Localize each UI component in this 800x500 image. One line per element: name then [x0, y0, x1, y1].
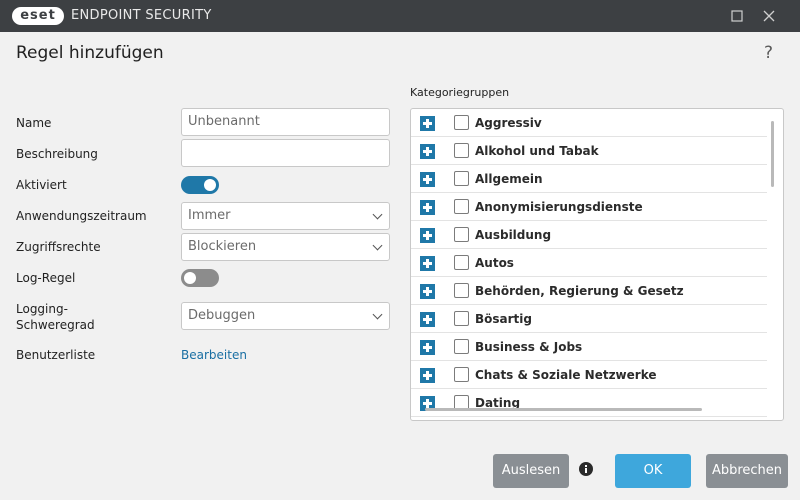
expand-icon[interactable] — [420, 284, 435, 299]
name-label: Name — [16, 116, 52, 130]
info-icon[interactable] — [578, 461, 594, 477]
category-label: Aggressiv — [475, 116, 542, 130]
category-row[interactable]: Autos — [411, 249, 767, 277]
category-checkbox[interactable] — [454, 255, 469, 270]
category-label: Anonymisierungsdienste — [475, 200, 643, 214]
ok-button[interactable]: OK — [615, 454, 691, 488]
eset-logo: eset — [12, 7, 64, 25]
category-checkbox[interactable] — [454, 227, 469, 242]
enabled-label: Aktiviert — [16, 178, 67, 192]
category-checkbox[interactable] — [454, 143, 469, 158]
access-select[interactable]: Blockieren — [181, 233, 390, 261]
category-label: Business & Jobs — [475, 340, 583, 354]
maximize-icon — [731, 10, 743, 22]
description-label: Beschreibung — [16, 147, 98, 161]
category-checkbox[interactable] — [454, 367, 469, 382]
category-label: Allgemein — [475, 172, 543, 186]
dialog-title: Regel hinzufügen — [16, 43, 164, 63]
vertical-scrollbar[interactable] — [771, 121, 774, 187]
timeframe-label: Anwendungszeitraum — [16, 209, 147, 223]
read-button[interactable]: Auslesen — [493, 454, 569, 488]
maximize-button[interactable] — [721, 0, 755, 32]
category-label: Autos — [475, 256, 514, 270]
expand-icon[interactable] — [420, 368, 435, 383]
expand-icon[interactable] — [420, 116, 435, 131]
close-button[interactable] — [752, 0, 786, 32]
info-icon-svg — [579, 462, 593, 476]
toggle-knob — [184, 272, 196, 284]
category-row[interactable]: Anonymisierungsdienste — [411, 193, 767, 221]
expand-icon[interactable] — [420, 228, 435, 243]
expand-icon[interactable] — [420, 172, 435, 187]
cancel-button[interactable]: Abbrechen — [706, 454, 788, 488]
close-icon — [763, 10, 775, 22]
app-title: ENDPOINT SECURITY — [71, 8, 212, 23]
expand-icon[interactable] — [420, 256, 435, 271]
logging-label-line2: Schweregrad — [16, 318, 95, 332]
category-label: Chats & Soziale Netzwerke — [475, 368, 657, 382]
logging-label-line1: Logging- — [16, 302, 68, 316]
timeframe-select[interactable]: Immer — [181, 202, 390, 230]
category-row[interactable]: Bösartig — [411, 305, 767, 333]
expand-icon[interactable] — [420, 144, 435, 159]
toggle-knob — [204, 179, 216, 191]
category-checkbox[interactable] — [454, 311, 469, 326]
name-field[interactable]: Unbenannt — [181, 108, 390, 136]
logging-severity-select[interactable]: Debuggen — [181, 302, 390, 330]
category-checkbox[interactable] — [454, 115, 469, 130]
horizontal-scrollbar[interactable] — [425, 408, 702, 411]
category-row[interactable]: Allgemein — [411, 165, 767, 193]
userlist-edit-link[interactable]: Bearbeiten — [181, 348, 247, 363]
category-row[interactable]: Ausbildung — [411, 221, 767, 249]
category-checkbox[interactable] — [454, 171, 469, 186]
description-field[interactable] — [181, 139, 390, 167]
log-rule-label: Log-Regel — [16, 271, 76, 285]
category-label: Ausbildung — [475, 228, 552, 242]
category-list[interactable]: Aggressiv Alkohol und Tabak Allgemein An… — [410, 108, 784, 421]
category-label: Bösartig — [475, 312, 532, 326]
expand-icon[interactable] — [420, 200, 435, 215]
category-row[interactable]: Alkohol und Tabak — [411, 137, 767, 165]
userlist-label: Benutzerliste — [16, 348, 96, 362]
category-label: Behörden, Regierung & Gesetz — [475, 284, 684, 298]
access-label: Zugriffsrechte — [16, 240, 101, 254]
category-row[interactable]: Aggressiv — [411, 109, 767, 137]
logo-text: eset — [20, 8, 56, 23]
expand-icon[interactable] — [420, 312, 435, 327]
category-row[interactable]: Business & Jobs — [411, 333, 767, 361]
log-rule-toggle[interactable] — [181, 269, 219, 287]
category-label: Alkohol und Tabak — [475, 144, 599, 158]
category-row[interactable]: Chats & Soziale Netzwerke — [411, 361, 767, 389]
category-checkbox[interactable] — [454, 339, 469, 354]
category-checkbox[interactable] — [454, 283, 469, 298]
help-button[interactable]: ? — [764, 43, 773, 63]
category-groups-label: Kategoriegruppen — [410, 86, 510, 99]
title-bar: eset ENDPOINT SECURITY — [0, 0, 800, 32]
category-row[interactable]: Dating — [411, 389, 767, 417]
expand-icon[interactable] — [420, 340, 435, 355]
category-row[interactable]: Behörden, Regierung & Gesetz — [411, 277, 767, 305]
enabled-toggle[interactable] — [181, 176, 219, 194]
category-checkbox[interactable] — [454, 199, 469, 214]
